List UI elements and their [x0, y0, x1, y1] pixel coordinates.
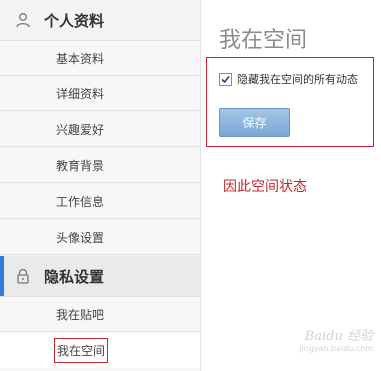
hide-activity-label: 隐藏我在空间的所有动态 [237, 73, 358, 86]
person-icon [14, 11, 32, 29]
sidebar-item-label: 详细资料 [56, 86, 105, 101]
sidebar-item-detailed-info[interactable]: 详细资料 [0, 76, 200, 111]
check-icon [221, 75, 230, 83]
baidu-watermark: Baidu 经验 jingyan.baidu.com [299, 325, 373, 353]
sidebar-section-label: 隐私设置 [44, 267, 105, 286]
sidebar-item-work[interactable]: 工作信息 [0, 184, 200, 219]
sidebar-item-label: 头像设置 [56, 230, 105, 245]
sidebar-item-label: 兴趣爱好 [56, 122, 105, 137]
sidebar: 个人资料 基本资料 详细资料 兴趣爱好 教育背景 工作信息 头像设置 隐私设置 … [0, 0, 201, 371]
sidebar-section-profile[interactable]: 个人资料 [0, 0, 200, 41]
save-button[interactable]: 保存 [219, 108, 290, 137]
sidebar-item-education[interactable]: 教育背景 [0, 148, 200, 183]
sidebar-item-label: 基本资料 [56, 51, 105, 66]
sidebar-item-tieba[interactable]: 我在贴吧 [0, 297, 200, 332]
sidebar-section-privacy[interactable]: 隐私设置 [0, 256, 200, 297]
sidebar-item-space[interactable]: 我在空间 [0, 333, 200, 368]
sidebar-item-avatar[interactable]: 头像设置 [0, 220, 200, 255]
sidebar-item-label: 工作信息 [56, 194, 105, 209]
sidebar-section-label: 个人资料 [44, 11, 105, 30]
hide-activity-option[interactable]: 隐藏我在空间的所有动态 [219, 71, 358, 87]
watermark-url: jingyan.baidu.com [299, 344, 373, 353]
sidebar-item-label: 我在空间 [54, 338, 109, 363]
sidebar-item-label: 教育背景 [56, 158, 105, 173]
privacy-option-panel: 隐藏我在空间的所有动态 保存 [206, 57, 374, 147]
watermark-logo: Baidu 经验 [304, 329, 373, 344]
lock-icon [14, 267, 32, 285]
sidebar-item-basic-info[interactable]: 基本资料 [0, 41, 200, 76]
page-title: 我在空间 [219, 28, 308, 53]
sidebar-item-label: 我在贴吧 [56, 307, 105, 322]
sidebar-item-interests[interactable]: 兴趣爱好 [0, 112, 200, 147]
annotation-text: 因此空间状态 [223, 179, 307, 195]
hide-activity-checkbox[interactable] [219, 72, 232, 86]
